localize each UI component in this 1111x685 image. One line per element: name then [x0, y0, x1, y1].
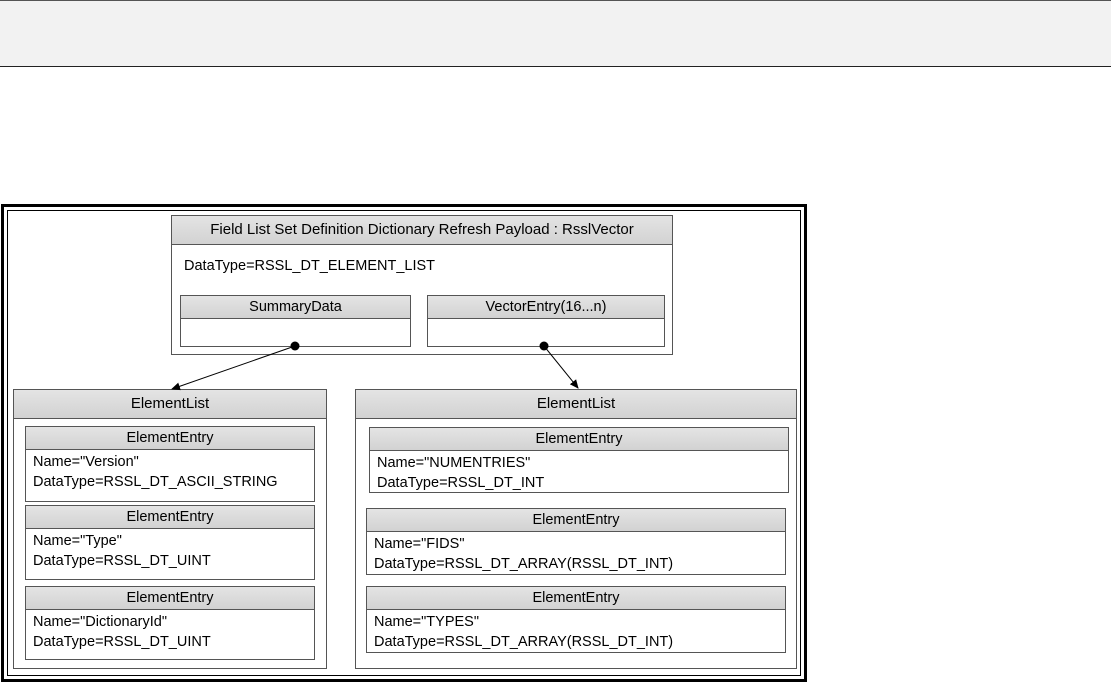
summary-connector-dot	[290, 341, 300, 351]
vector-entry-connector-dot	[539, 341, 549, 351]
summary-connector	[171, 345, 296, 391]
connector-layer	[171, 341, 579, 391]
vector-entry-connector	[543, 345, 579, 389]
